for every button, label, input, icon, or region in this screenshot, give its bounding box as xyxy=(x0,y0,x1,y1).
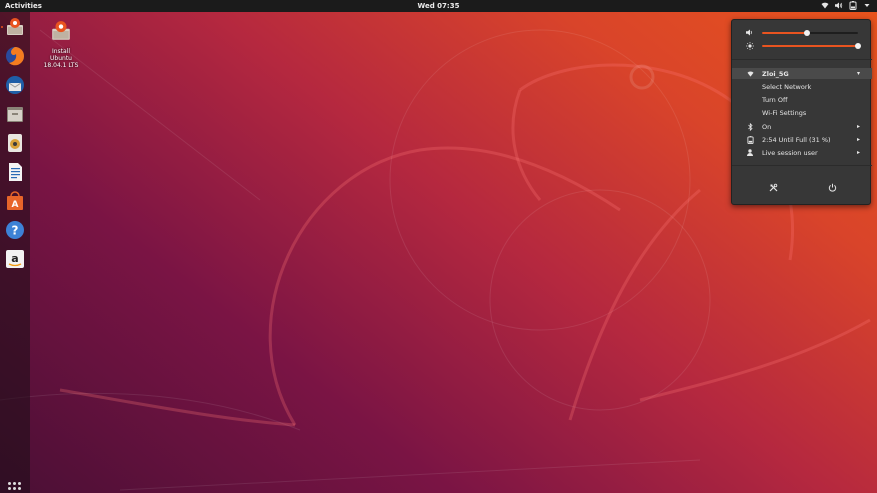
battery-icon xyxy=(746,135,754,144)
label-line: Ubuntu xyxy=(50,55,72,62)
clock[interactable]: Wed 07:35 xyxy=(0,2,877,10)
svg-text:?: ? xyxy=(12,224,19,238)
label-line: 18.04.1 LTS xyxy=(43,62,79,69)
system-tray[interactable] xyxy=(821,1,871,10)
user-icon xyxy=(746,149,754,157)
volume-slider[interactable] xyxy=(762,30,858,36)
thunderbird-icon xyxy=(6,76,24,94)
amazon-icon: a xyxy=(6,250,24,268)
grid-dot xyxy=(8,482,11,485)
brightness-slider-knob[interactable] xyxy=(855,43,861,49)
battery-menu[interactable]: 2:54 Until Full (31 %) ▸ xyxy=(732,134,872,145)
wifi-network-name: Zloi_5G xyxy=(762,69,789,78)
chevron-down-icon: ▾ xyxy=(856,70,860,77)
install-ubuntu-icon xyxy=(52,21,70,40)
desktop-install-ubuntu[interactable]: Install Ubuntu 18.04.1 LTS xyxy=(40,20,82,69)
dock-install-ubuntu[interactable] xyxy=(4,16,26,38)
system-menu: Zloi_5G ▾ Select Network Turn Off Wi-Fi … xyxy=(731,19,872,205)
writer-icon xyxy=(9,163,22,181)
bluetooth-status: On xyxy=(762,122,772,131)
grid-dot xyxy=(18,482,21,485)
svg-text:A: A xyxy=(12,200,19,210)
brightness-slider-fill xyxy=(762,45,858,47)
wifi-icon xyxy=(746,70,754,78)
volume-icon xyxy=(746,29,754,38)
bluetooth-icon xyxy=(746,122,754,131)
dock: A ? a xyxy=(0,12,30,493)
volume-slider-knob[interactable] xyxy=(804,30,811,36)
brightness-icon xyxy=(746,42,754,52)
desktop-icon-label: Install Ubuntu 18.04.1 LTS xyxy=(40,48,82,69)
install-ubuntu-icon xyxy=(7,18,23,35)
menu-item-label: Select Network xyxy=(762,82,812,91)
show-applications-button[interactable] xyxy=(8,482,22,493)
brightness-slider[interactable] xyxy=(762,43,861,49)
settings-button[interactable] xyxy=(763,177,783,197)
dock-thunderbird[interactable] xyxy=(4,74,26,96)
running-indicator xyxy=(1,26,3,28)
label-line: Install xyxy=(51,48,71,55)
menu-item-label: Turn Off xyxy=(762,95,788,104)
grid-dot xyxy=(13,487,16,491)
dock-amazon[interactable]: a xyxy=(4,248,26,270)
grid-dot xyxy=(8,487,11,491)
grid-dot xyxy=(13,482,16,485)
help-icon: ? xyxy=(6,221,24,239)
wifi-settings-item[interactable]: Wi-Fi Settings xyxy=(732,107,872,118)
battery-status: 2:54 Until Full (31 %) xyxy=(762,135,831,144)
brightness-slider-row xyxy=(746,42,864,50)
power-icon xyxy=(828,183,836,192)
dock-files[interactable] xyxy=(4,103,26,125)
svg-text:a: a xyxy=(11,252,18,265)
user-menu[interactable]: Live session user ▸ xyxy=(732,147,872,158)
dock-ubuntu-software[interactable]: A xyxy=(4,190,26,212)
dock-firefox[interactable] xyxy=(4,45,26,67)
rhythmbox-icon xyxy=(8,134,22,152)
turn-off-wifi-item[interactable]: Turn Off xyxy=(732,94,872,105)
wifi-menu[interactable]: Zloi_5G ▾ xyxy=(732,68,872,79)
dock-libreoffice-writer[interactable] xyxy=(4,161,26,183)
chevron-right-icon: ▸ xyxy=(856,123,860,130)
wifi-icon xyxy=(821,1,829,10)
firefox-icon xyxy=(6,47,25,66)
volume-icon xyxy=(835,1,843,10)
volume-slider-row xyxy=(746,29,864,37)
dock-rhythmbox[interactable] xyxy=(4,132,26,154)
volume-slider-fill xyxy=(762,32,808,34)
power-button[interactable] xyxy=(822,177,842,197)
chevron-down-icon xyxy=(863,1,871,10)
grid-dot xyxy=(18,487,21,491)
separator xyxy=(732,59,872,60)
chevron-right-icon: ▸ xyxy=(856,149,860,156)
separator xyxy=(732,165,872,166)
menu-item-label: Wi-Fi Settings xyxy=(762,108,807,117)
battery-icon xyxy=(849,1,857,10)
software-bag-icon: A xyxy=(7,191,23,210)
files-icon xyxy=(7,107,23,122)
chevron-right-icon: ▸ xyxy=(856,136,860,143)
user-name: Live session user xyxy=(762,148,818,157)
bluetooth-menu[interactable]: On ▸ xyxy=(732,121,872,132)
top-bar: Activities Wed 07:35 xyxy=(0,0,877,12)
select-network-item[interactable]: Select Network xyxy=(732,81,872,92)
dock-help[interactable]: ? xyxy=(4,219,26,241)
settings-tools-icon xyxy=(769,183,777,191)
